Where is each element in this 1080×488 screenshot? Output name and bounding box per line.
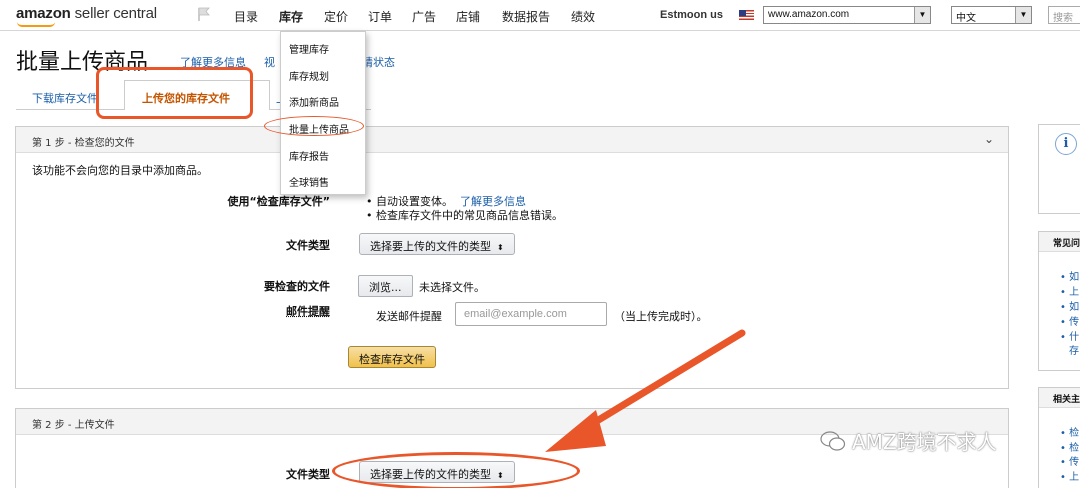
email-placeholder: email@example.com bbox=[464, 308, 567, 320]
inventory-dropdown-menu: 管理库存 库存规划 添加新商品 批量上传商品 库存报告 全球销售 bbox=[280, 31, 366, 195]
check-inventory-button[interactable]: 检查库存文件 bbox=[348, 346, 436, 368]
faq-link-text: 如 bbox=[1069, 272, 1080, 283]
us-flag-icon bbox=[739, 10, 754, 20]
file-to-check-label: 要检查的文件 bbox=[264, 280, 330, 293]
related-link-text: 传 bbox=[1069, 457, 1080, 468]
status-link[interactable]: 请状态 bbox=[362, 54, 395, 70]
filetype-label: 文件类型 bbox=[286, 239, 330, 252]
account-name[interactable]: Estmoon us bbox=[660, 9, 723, 21]
chevron-down-icon: ▼ bbox=[914, 7, 930, 23]
nav-advertising[interactable]: 广告 bbox=[412, 8, 436, 25]
send-email-text: 发送邮件提醒 bbox=[376, 310, 442, 323]
step2-title: 第 2 步 - 上传文件 bbox=[32, 420, 115, 431]
flag-icon[interactable] bbox=[196, 6, 212, 22]
browse-label: 浏览... bbox=[369, 281, 402, 294]
logo-amazon: amazon bbox=[16, 5, 71, 22]
related-link-text: 上 bbox=[1069, 472, 1080, 483]
filetype-select-value: 选择要上传的文件的类型 bbox=[370, 240, 491, 253]
info-icon: i bbox=[1055, 133, 1077, 155]
watermark-text: AMZ跨境不求人 bbox=[852, 430, 997, 454]
menu-item-global-selling[interactable]: 全球销售 bbox=[289, 174, 329, 189]
email-field[interactable]: email@example.com bbox=[455, 302, 607, 326]
faq-link-text: 传 bbox=[1069, 317, 1080, 328]
step1-header[interactable]: 第 1 步 - 检查您的文件 ⌄ bbox=[16, 127, 1008, 153]
nav-orders[interactable]: 订单 bbox=[368, 8, 392, 25]
bullet-2: • 检查库存文件中的常见商品信息错误。 bbox=[366, 209, 563, 222]
wechat-icon bbox=[820, 431, 846, 451]
related-link[interactable]: • 检 bbox=[1060, 439, 1079, 454]
faq-link-text: 如 bbox=[1069, 302, 1080, 313]
chevron-down-icon[interactable]: ⌄ bbox=[984, 132, 994, 146]
filetype-label-2: 文件类型 bbox=[286, 468, 330, 481]
related-link[interactable]: • 上 bbox=[1060, 468, 1079, 483]
marketplace-select[interactable]: www.amazon.com ▼ bbox=[763, 6, 931, 24]
nav-inventory[interactable]: 库存 bbox=[279, 8, 303, 25]
no-file-text: 未选择文件。 bbox=[419, 281, 485, 294]
menu-item-inventory-reports[interactable]: 库存报告 bbox=[289, 148, 329, 163]
email-alert-label: 邮件提醒 bbox=[286, 305, 330, 318]
chevron-down-icon: ▼ bbox=[1015, 7, 1031, 23]
browse-button[interactable]: 浏览... bbox=[358, 275, 413, 297]
amazon-smile-icon bbox=[17, 22, 55, 27]
related-heading: 相关主 bbox=[1039, 388, 1080, 408]
annotation-ellipse-menu bbox=[264, 116, 364, 136]
faq-link[interactable]: • 如 bbox=[1060, 268, 1079, 283]
nav-pricing[interactable]: 定价 bbox=[324, 8, 348, 25]
updown-arrow-icon: ⬍ bbox=[497, 243, 504, 252]
step1-title: 第 1 步 - 检查您的文件 bbox=[32, 138, 135, 149]
faq-link[interactable]: • 传 bbox=[1060, 313, 1079, 328]
marketplace-value: www.amazon.com bbox=[768, 9, 850, 20]
logo-seller-central: seller central bbox=[70, 5, 157, 22]
annotation-highlight-box bbox=[96, 67, 253, 119]
view-link[interactable]: 视 bbox=[264, 54, 275, 70]
search-placeholder: 搜索 bbox=[1053, 13, 1073, 24]
tab-download-inventory[interactable]: 下载库存文件 bbox=[32, 90, 98, 106]
faq-link[interactable]: • 上 bbox=[1060, 283, 1079, 298]
nav-performance[interactable]: 绩效 bbox=[571, 8, 595, 25]
related-link-text: 检 bbox=[1069, 428, 1080, 439]
faq-link[interactable]: • 什 bbox=[1060, 328, 1079, 343]
check-inventory-label: 检查库存文件 bbox=[359, 353, 425, 366]
annotation-ellipse-filetype bbox=[332, 452, 580, 488]
nav-catalog[interactable]: 目录 bbox=[234, 8, 258, 25]
menu-item-inventory-planning[interactable]: 库存规划 bbox=[289, 68, 329, 83]
seller-central-logo[interactable]: amazon seller central bbox=[16, 5, 157, 22]
nav-reports[interactable]: 数据报告 bbox=[502, 8, 550, 25]
related-link[interactable]: • 检 bbox=[1060, 424, 1079, 439]
search-input[interactable]: 搜索 bbox=[1048, 6, 1080, 24]
faq-link-continued[interactable]: 存 bbox=[1069, 342, 1079, 357]
language-value: 中文 bbox=[956, 13, 976, 24]
menu-item-add-product[interactable]: 添加新商品 bbox=[289, 94, 339, 109]
bullet-2-text: 检查库存文件中的常见商品信息错误。 bbox=[376, 209, 563, 222]
top-navigation: amazon seller central 目录 库存 定价 订单 广告 店铺 … bbox=[0, 0, 1080, 31]
faq-link[interactable]: • 如 bbox=[1060, 298, 1079, 313]
use-check-file-label: 使用“检查库存文件” bbox=[227, 195, 330, 208]
related-link[interactable]: • 传 bbox=[1060, 453, 1079, 468]
faq-link-text: 上 bbox=[1069, 287, 1080, 298]
language-select[interactable]: 中文 ▼ bbox=[951, 6, 1032, 24]
menu-item-manage-inventory[interactable]: 管理库存 bbox=[289, 41, 329, 56]
email-suffix-text: （当上传完成时）。 bbox=[614, 310, 708, 323]
faq-heading: 常见问 bbox=[1039, 232, 1080, 252]
filetype-select[interactable]: 选择要上传的文件的类型 ⬍ bbox=[359, 233, 515, 255]
nav-stores[interactable]: 店铺 bbox=[456, 8, 480, 25]
step1-intro: 该功能不会向您的目录中添加商品。 bbox=[32, 164, 208, 177]
